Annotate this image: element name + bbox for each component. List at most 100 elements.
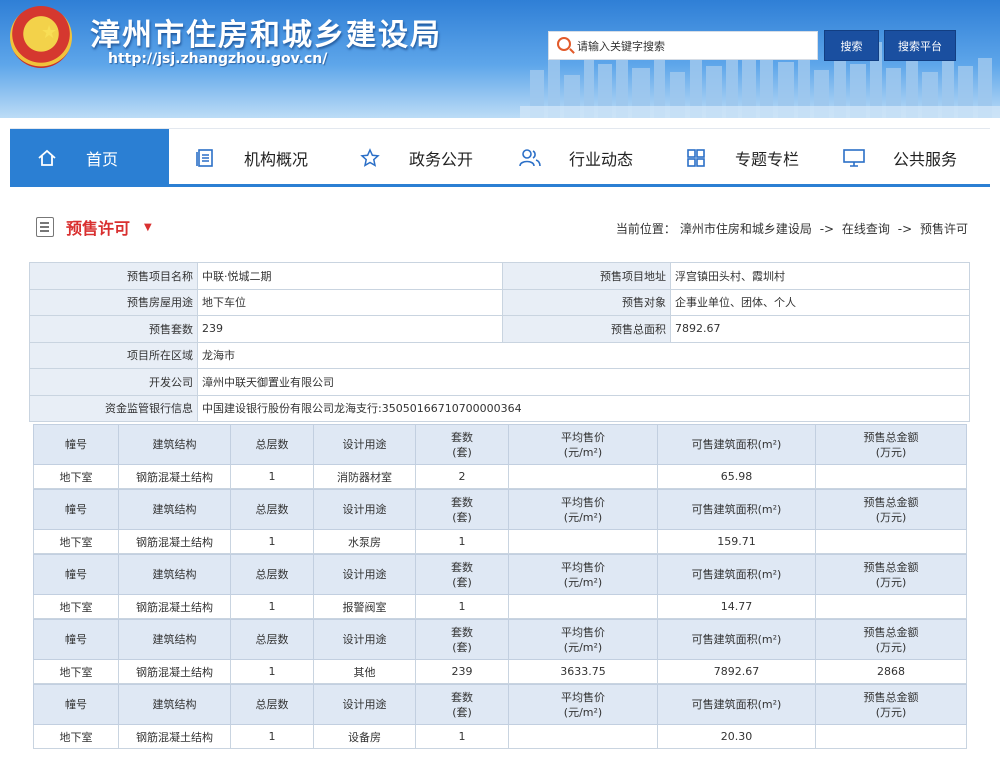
cell-area: 14.77 xyxy=(657,594,816,619)
cell-structure: 钢筋混凝土结构 xyxy=(118,659,231,684)
table-row: 项目所在区域 龙海市 xyxy=(29,341,970,369)
breadcrumb-item-presale-permit[interactable]: 预售许可 xyxy=(920,222,968,236)
district-value: 龙海市 xyxy=(197,341,970,369)
cell-structure: 钢筋混凝土结构 xyxy=(118,464,231,489)
nav-item-public-services[interactable]: 公共服务 xyxy=(843,129,957,187)
cell-total-amount: 2868 xyxy=(815,659,967,684)
cell-building: 地下室 xyxy=(33,464,119,489)
col-sets-line1: 套数 xyxy=(451,625,473,639)
col-floors: 总层数 xyxy=(230,424,314,465)
col-avg-price-line2: (元/m²) xyxy=(563,640,603,654)
col-sets-line2: (套) xyxy=(452,640,472,654)
cell-building: 地下室 xyxy=(33,724,119,749)
cell-design-use: 报警阀室 xyxy=(313,594,416,619)
usage-label: 预售房屋用途 xyxy=(29,288,198,316)
cell-design-use: 水泵房 xyxy=(313,529,416,554)
breadcrumb-item-online-query[interactable]: 在线查询 xyxy=(842,222,890,236)
header-banner: ★ 漳州市住房和城乡建设局 http://jsj.zhangzhou.gov.c… xyxy=(0,0,1000,118)
cell-total-amount xyxy=(815,529,967,554)
caret-down-icon[interactable]: ▼ xyxy=(144,222,152,233)
total-area-value: 7892.67 xyxy=(670,315,970,343)
cell-sets: 239 xyxy=(415,659,509,684)
bank-label: 资金监管银行信息 xyxy=(29,394,198,422)
nav-label-organization: 机构概况 xyxy=(244,150,309,169)
breadcrumb: 当前位置： 漳州市住房和城乡建设局 -> 在线查询 -> 预售许可 xyxy=(614,220,970,237)
bank-value: 中国建设银行股份有限公司龙海支行:35050166710700000364 xyxy=(197,394,970,422)
col-design-use: 设计用途 xyxy=(313,554,416,595)
col-avg-price-line2: (元/m²) xyxy=(563,705,603,719)
col-total-amount-line1: 预售总金额 xyxy=(863,560,919,574)
cell-area: 20.30 xyxy=(657,724,816,749)
col-total-amount-line1: 预售总金额 xyxy=(863,690,919,704)
project-address-label: 预售项目地址 xyxy=(502,262,671,290)
breadcrumb-separator: -> xyxy=(897,222,913,236)
table-row: 预售房屋用途 地下车位 预售对象 企事业单位、团体、个人 xyxy=(29,288,970,316)
nav-item-special-topics[interactable]: 专题专栏 xyxy=(685,129,799,187)
cell-structure: 钢筋混凝土结构 xyxy=(118,529,231,554)
cell-floors: 1 xyxy=(230,464,314,489)
nav-item-industry-news[interactable]: 行业动态 xyxy=(519,129,633,187)
breadcrumb-prefix: 当前位置： xyxy=(615,222,676,236)
cell-building: 地下室 xyxy=(33,594,119,619)
col-sets-line1: 套数 xyxy=(451,560,473,574)
nav-label-home: 首页 xyxy=(86,150,119,169)
col-avg-price-line1: 平均售价 xyxy=(561,430,605,444)
cell-structure: 钢筋混凝土结构 xyxy=(118,724,231,749)
unit-block: 幢号 建筑结构 总层数 设计用途 套数 (套) 平均售价 (元/m²) 可售建筑面积… xyxy=(33,684,967,749)
col-design-use: 设计用途 xyxy=(313,424,416,465)
col-floors: 总层数 xyxy=(230,684,314,725)
col-avg-price-line1: 平均售价 xyxy=(561,690,605,704)
col-total-amount-line2: (万元) xyxy=(875,575,907,589)
units-label: 预售套数 xyxy=(29,315,198,343)
col-sets: 套数 (套) xyxy=(415,489,509,530)
nav-item-government-affairs[interactable]: 政务公开 xyxy=(359,129,473,187)
table-row: 地下室 钢筋混凝土结构 1 报警阀室 1 14.77 xyxy=(33,594,967,619)
cell-floors: 1 xyxy=(230,529,314,554)
table-row: 地下室 钢筋混凝土结构 1 其他 239 3633.75 7892.67 286… xyxy=(33,659,967,684)
search-button[interactable]: 搜索 xyxy=(824,30,879,61)
nav-item-organization[interactable]: 机构概况 xyxy=(194,129,308,187)
col-total-amount: 预售总金额 (万元) xyxy=(815,554,967,595)
nav-item-home[interactable]: 首页 xyxy=(10,129,169,187)
cell-area: 159.71 xyxy=(657,529,816,554)
nav-label-public-services: 公共服务 xyxy=(893,150,958,169)
unit-header-row: 幢号 建筑结构 总层数 设计用途 套数 (套) 平均售价 (元/m²) 可售建筑面积… xyxy=(33,489,967,530)
col-area: 可售建筑面积(m²) xyxy=(657,619,816,660)
col-avg-price-line1: 平均售价 xyxy=(561,495,605,509)
col-avg-price-line2: (元/m²) xyxy=(563,575,603,589)
col-sets: 套数 (套) xyxy=(415,619,509,660)
cell-building: 地下室 xyxy=(33,529,119,554)
col-structure: 建筑结构 xyxy=(118,489,231,530)
col-area: 可售建筑面积(m²) xyxy=(657,684,816,725)
col-avg-price-line1: 平均售价 xyxy=(561,560,605,574)
col-sets: 套数 (套) xyxy=(415,684,509,725)
cell-design-use: 其他 xyxy=(313,659,416,684)
col-total-amount-line2: (万元) xyxy=(875,640,907,654)
home-icon xyxy=(36,147,58,169)
grid-icon xyxy=(685,147,707,169)
district-label: 项目所在区域 xyxy=(29,341,198,369)
cell-sets: 1 xyxy=(415,594,509,619)
cell-sets: 1 xyxy=(415,529,509,554)
breadcrumb-item-home[interactable]: 漳州市住房和城乡建设局 xyxy=(680,222,812,236)
col-area: 可售建筑面积(m²) xyxy=(657,489,816,530)
site-url: http://jsj.zhangzhou.gov.cn/ xyxy=(108,51,328,67)
col-sets-line2: (套) xyxy=(452,510,472,524)
search-platform-button[interactable]: 搜索平台 xyxy=(884,30,956,61)
unit-header-row: 幢号 建筑结构 总层数 设计用途 套数 (套) 平均售价 (元/m²) 可售建筑面积… xyxy=(33,554,967,595)
search-input[interactable] xyxy=(577,36,813,56)
unit-header-row: 幢号 建筑结构 总层数 设计用途 套数 (套) 平均售价 (元/m²) 可售建筑面积… xyxy=(33,619,967,660)
nav-label-industry-news: 行业动态 xyxy=(569,150,634,169)
nav-label-government-affairs: 政务公开 xyxy=(409,150,474,169)
document-list-icon xyxy=(194,147,216,169)
col-avg-price: 平均售价 (元/m²) xyxy=(508,489,658,530)
col-sets-line2: (套) xyxy=(452,705,472,719)
cell-total-amount xyxy=(815,724,967,749)
page-heading: 预售许可 ▼ xyxy=(36,214,152,240)
col-building: 幢号 xyxy=(33,684,119,725)
cell-avg-price: 3633.75 xyxy=(508,659,658,684)
table-row: 预售项目名称 中联·悦城二期 预售项目地址 浮宫镇田头村、霞圳村 xyxy=(29,262,970,290)
unit-block: 幢号 建筑结构 总层数 设计用途 套数 (套) 平均售价 (元/m²) 可售建筑面积… xyxy=(33,424,967,489)
target-value: 企事业单位、团体、个人 xyxy=(670,288,970,316)
cell-structure: 钢筋混凝土结构 xyxy=(118,594,231,619)
